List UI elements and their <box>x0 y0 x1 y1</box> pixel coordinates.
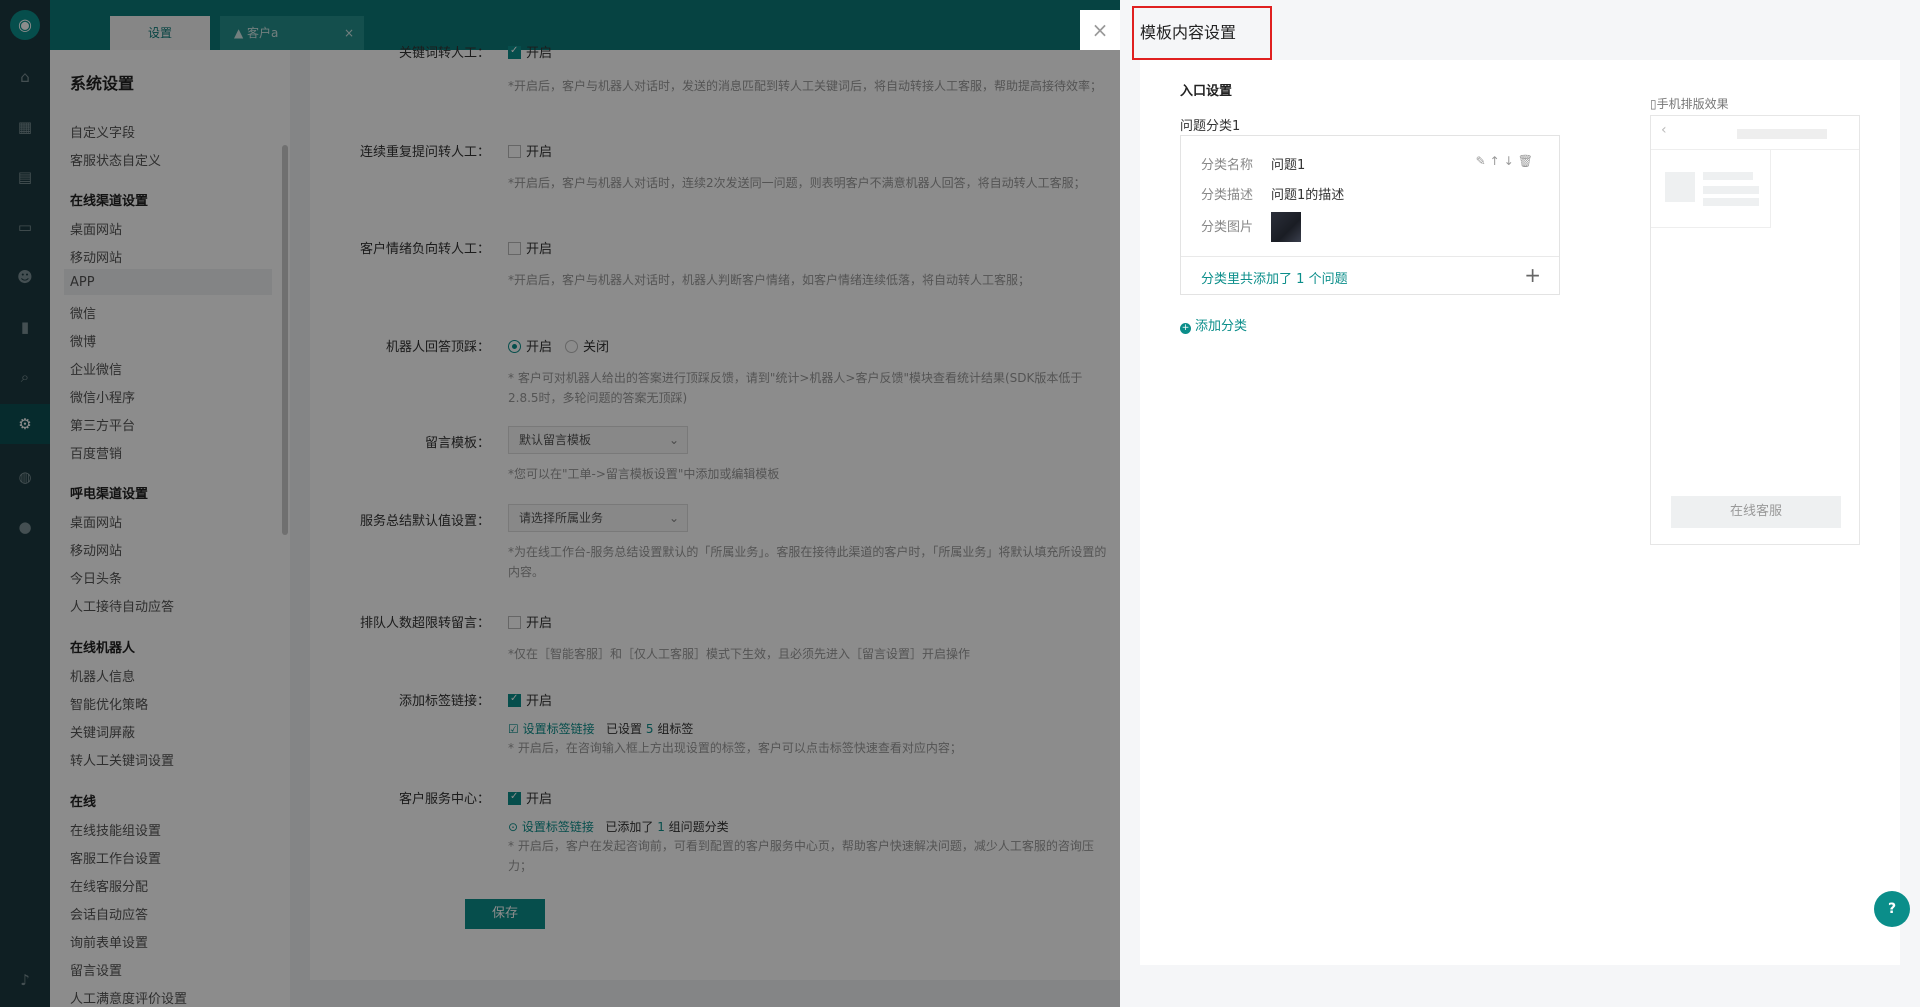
phone-online-service-button: 在线客服 <box>1671 496 1841 528</box>
category-image-row: 分类图片 <box>1201 212 1301 242</box>
category-question-count: 分类里共添加了 1 个问题 <box>1201 272 1348 287</box>
phone-line-placeholder <box>1703 186 1759 194</box>
phone-header: ‹ <box>1651 116 1859 150</box>
arrow-up-icon[interactable]: ↑ <box>1490 154 1504 168</box>
phone-preview: ‹ 在线客服 <box>1650 115 1860 545</box>
drawer-close-button[interactable]: × <box>1080 10 1120 50</box>
add-category-button[interactable]: + 添加分类 <box>1180 315 1247 334</box>
category-card: ✎↑↓🗑 分类名称 问题1 分类描述 问题1的描述 分类图片 分类里共添加了 1 个… <box>1180 135 1560 295</box>
delete-icon[interactable]: 🗑 <box>1518 154 1537 168</box>
phone-preview-label: ▯手机排版效果 <box>1650 97 1729 111</box>
category-desc-row: 分类描述 问题1的描述 <box>1201 188 1345 203</box>
category-footer[interactable]: 分类里共添加了 1 个问题 + <box>1181 256 1559 294</box>
category-title: 问题分类1 <box>1180 119 1241 134</box>
mobile-icon: ▯ <box>1650 97 1657 111</box>
arrow-down-icon[interactable]: ↓ <box>1504 154 1518 168</box>
drawer-card: 入口设置 问题分类1 ✎↑↓🗑 分类名称 问题1 分类描述 问题1的描述 分类图片 … <box>1140 60 1900 965</box>
help-icon[interactable]: ? <box>1874 891 1910 927</box>
phone-line-placeholder <box>1703 172 1753 180</box>
phone-image-placeholder <box>1665 172 1695 202</box>
modal-overlay[interactable] <box>0 0 1120 1007</box>
add-question-icon[interactable]: + <box>1524 263 1541 287</box>
edit-icon[interactable]: ✎ <box>1476 154 1490 168</box>
chevron-left-icon: ‹ <box>1661 122 1667 138</box>
category-tools: ✎↑↓🗑 <box>1476 154 1537 168</box>
category-thumbnail[interactable] <box>1271 212 1301 242</box>
phone-category-card <box>1651 150 1771 228</box>
phone-title-placeholder <box>1737 129 1827 139</box>
category-name-row: 分类名称 问题1 <box>1201 158 1306 173</box>
drawer-title: 模板内容设置 <box>1132 6 1272 60</box>
phone-line-placeholder <box>1703 198 1759 206</box>
entry-settings-title: 入口设置 <box>1180 84 1233 99</box>
plus-circle-icon: + <box>1180 323 1191 334</box>
template-drawer: 模板内容设置 入口设置 问题分类1 ✎↑↓🗑 分类名称 问题1 分类描述 问题1的描… <box>1120 0 1920 1007</box>
